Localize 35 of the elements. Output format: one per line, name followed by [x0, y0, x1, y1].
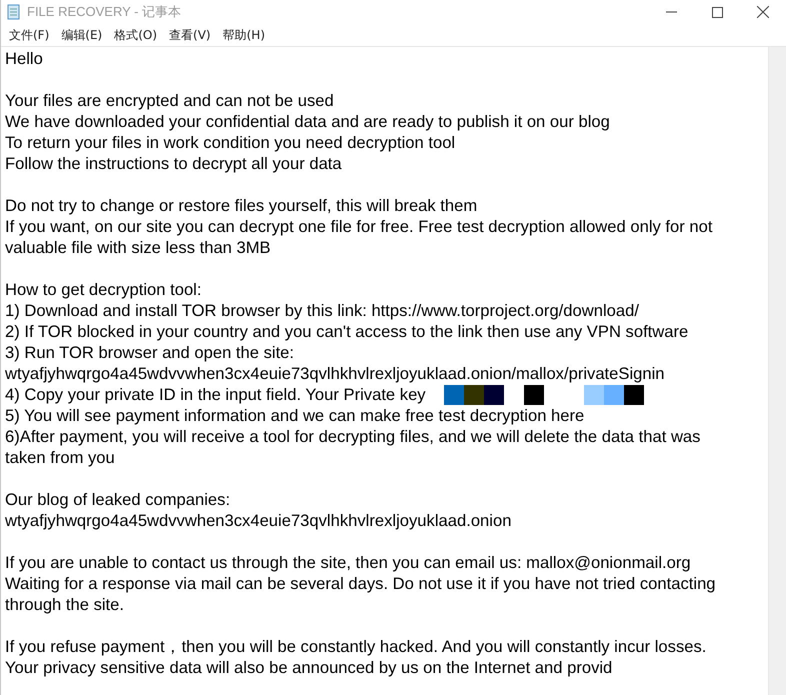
text-line: Waiting for a response via mail can be several days. Do not use it if you have not tried contacting	[5, 573, 716, 594]
minimize-icon	[666, 11, 676, 13]
scrollbar[interactable]	[768, 47, 786, 695]
menu-item[interactable]: 编辑(E)	[55, 25, 108, 45]
text-line: We have downloaded your confidential data and are ready to publish it on our blog	[5, 111, 610, 132]
menu-item[interactable]: 帮助(H)	[216, 25, 271, 45]
text-line: If you refuse payment，then you will be constantly hacked. And you will constantly incur losses.	[5, 636, 706, 657]
text-line: Your files are encrypted and can not be used	[5, 90, 334, 111]
text-line: 3) Run TOR browser and open the site:	[5, 342, 294, 363]
text-line: through the site.	[5, 594, 124, 615]
notepad-icon	[7, 4, 21, 20]
text-line: valuable file with size less than 3MB	[5, 237, 271, 258]
text-line: To return your files in work condition you need decryption tool	[5, 132, 456, 153]
window-title: FILE RECOVERY - 记事本	[27, 3, 182, 21]
text-line: Your privacy sensitive data will also be announced by us on the Internet and provid	[5, 657, 612, 678]
text-line: taken from you	[5, 447, 115, 468]
menu-item[interactable]: 文件(F)	[3, 25, 56, 45]
text-line: Hello	[5, 48, 43, 69]
text-line: How to get decryption tool:	[5, 279, 202, 300]
text-line: 6)After payment, you will receive a tool for decrypting files, and we will delete the data that was	[5, 426, 700, 447]
text-line: Do not try to change or restore files yourself, this will break them	[5, 195, 478, 216]
text-line: 2) If TOR blocked in your country and you can't access to the link then use any VPN software	[5, 321, 688, 342]
close-icon	[757, 6, 769, 18]
text-line: Follow the instructions to decrypt all your data	[5, 153, 342, 174]
text-line: 5) You will see payment information and we can make free test decryption here	[5, 405, 584, 426]
text-line: 1) Download and install TOR browser by this link: https://www.torproject.org/download/	[5, 300, 639, 321]
menu-item[interactable]: 查看(V)	[163, 25, 217, 45]
text-line: If you are unable to contact us through the site, then you can email us: mallox@onionmail.org	[5, 552, 691, 573]
maximize-icon	[712, 6, 722, 18]
text-line: 4) Copy your private ID in the input field. Your Private key	[5, 384, 426, 405]
text-line: wtyafjyhwqrgo4a45wdvvwhen3cx4euie73qvlhkhvlrexljoyuklaad.onion/mallox/privateSignin	[5, 363, 665, 384]
text-line: wtyafjyhwqrgo4a45wdvvwhen3cx4euie73qvlhkhvlrexljoyuklaad.onion	[5, 510, 512, 531]
text-line: Our blog of leaked companies:	[5, 489, 230, 510]
menu-item[interactable]: 格式(O)	[108, 25, 164, 45]
text-line: If you want, on our site you can decrypt one file for free. Free test decryption allowed only for not	[5, 216, 712, 237]
